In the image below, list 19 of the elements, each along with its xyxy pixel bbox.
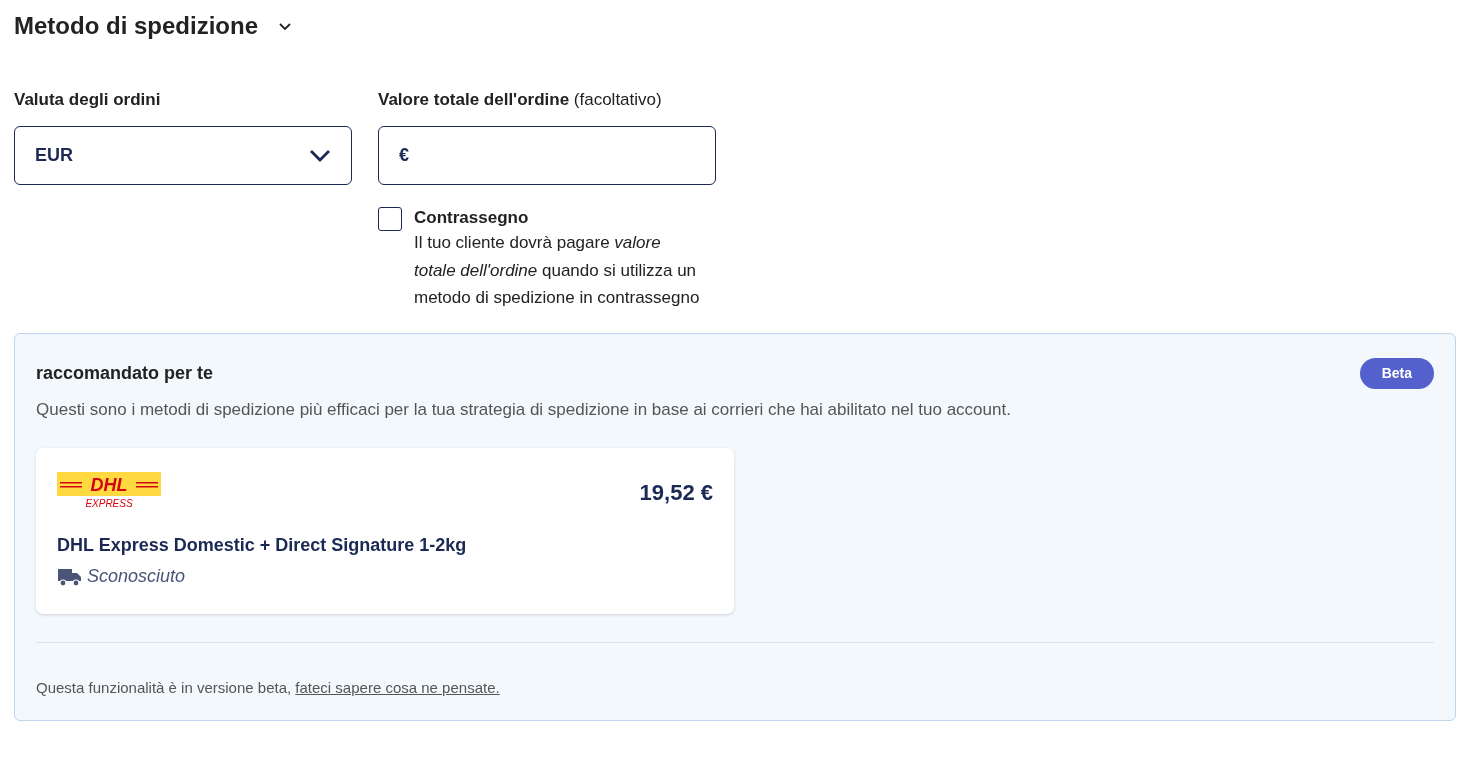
panel-title: raccomandato per te bbox=[36, 361, 214, 385]
currency-select[interactable]: EUR bbox=[14, 126, 352, 186]
field-label: Valuta degli ordini bbox=[14, 88, 162, 111]
checkbox-description: Il tuo cliente dovrà pagare valore totale dell'ordine quando si utilizza un metodo di spedizione in contrassegno bbox=[414, 232, 701, 309]
truck-icon bbox=[57, 566, 83, 587]
feedback-text: Questa funzionalità è in versione beta, fateci sapere cosa ne pensate. bbox=[36, 678, 501, 699]
shipping-method-card[interactable]: DHL EXPRESS 19,52 € DHL Express Domestic + Direct Signature 1-2kg Sconosciuto bbox=[36, 448, 734, 615]
delivery-time: Sconosciuto bbox=[87, 565, 186, 589]
order-value-field[interactable]: € bbox=[378, 126, 716, 186]
feedback-link[interactable]: fateci sapere cosa ne pensate. bbox=[295, 679, 500, 697]
beta-badge: Beta bbox=[1359, 357, 1434, 389]
field-label: Valore totale dell'ordine (facoltativo) bbox=[378, 88, 663, 111]
checkbox[interactable] bbox=[378, 207, 402, 232]
panel-description: Questi sono i metodi di spedizione più efficaci per la tua strategia di spedizione in base ai corrieri che hai abilitato nel tuo account. bbox=[36, 398, 1012, 421]
price: 19,52 € bbox=[639, 479, 713, 508]
chevron-icon bbox=[309, 148, 331, 163]
section-title: Metodo di spedizione bbox=[14, 12, 258, 41]
checkbox-label: Contrassegno bbox=[414, 207, 530, 230]
method-name: DHL Express Domestic + Direct Signature 1-2kg bbox=[57, 534, 468, 558]
